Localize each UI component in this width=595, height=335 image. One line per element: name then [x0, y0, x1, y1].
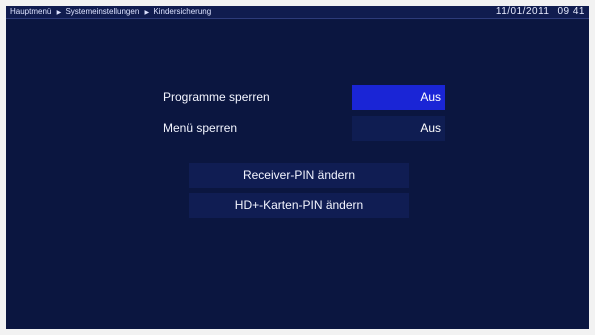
clock-time: 09 41 [557, 6, 585, 17]
breadcrumb-item-main-menu: Hauptmenü [10, 7, 52, 16]
breadcrumb-item-system-settings: Systemeinstellungen [65, 7, 140, 16]
change-receiver-pin-button[interactable]: Receiver-PIN ändern [189, 163, 409, 188]
arrow-right-icon: ▶ [56, 10, 62, 16]
setting-row-lock-programs[interactable]: Programme sperren Aus [160, 85, 445, 110]
clock-date: 11/01/2011 [495, 6, 550, 17]
breadcrumb: Hauptmenü ▶ Systemeinstellungen ▶ Kinder… [10, 6, 211, 18]
setting-value-lock-programs[interactable]: Aus [352, 85, 445, 110]
setting-label-lock-programs: Programme sperren [163, 90, 270, 104]
setting-value-lock-menu[interactable]: Aus [352, 116, 445, 141]
tv-menu-screen: Hauptmenü ▶ Systemeinstellungen ▶ Kinder… [6, 6, 589, 329]
clock: 11/01/2011 09 41 [496, 6, 585, 18]
breadcrumb-item-parental-control: Kindersicherung [153, 7, 212, 16]
setting-label-lock-menu: Menü sperren [163, 121, 238, 135]
arrow-right-icon: ▶ [144, 10, 150, 16]
change-card-pin-button[interactable]: HD+-Karten-PIN ändern [189, 193, 409, 218]
setting-row-lock-menu[interactable]: Menü sperren Aus [160, 116, 445, 141]
top-bar: Hauptmenü ▶ Systemeinstellungen ▶ Kinder… [6, 6, 589, 19]
